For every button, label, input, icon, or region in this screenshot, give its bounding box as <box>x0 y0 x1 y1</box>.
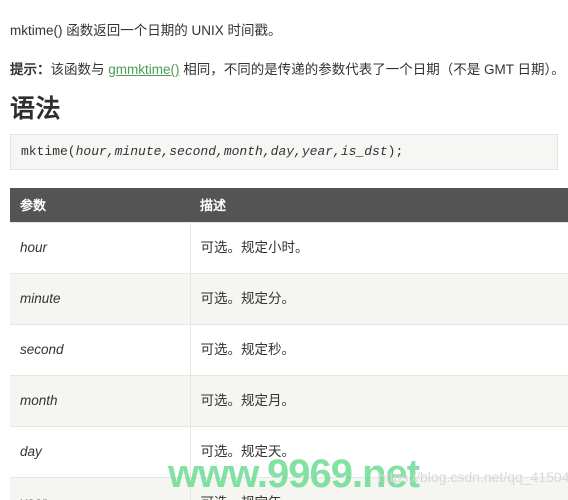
tip-text-before-link: 该函数与 <box>50 62 109 77</box>
page-root: mktime() 函数返回一个日期的 UNIX 时间戳。 提示：该函数与 gmm… <box>0 0 568 500</box>
parameter-table: 参数 描述 hour 可选。规定小时。 minute 可选。规定分。 secon… <box>10 187 568 500</box>
gmmktime-link[interactable]: gmmktime() <box>108 62 179 77</box>
tip-paragraph: 提示：该函数与 gmmktime() 相同，不同的是传递的参数代表了一个日期（不… <box>10 57 565 83</box>
table-head: 参数 描述 <box>10 187 568 222</box>
syntax-code-block: mktime(hour,minute,second,month,day,year… <box>10 133 558 170</box>
param-name-cell: second <box>10 323 191 375</box>
param-name-cell: month <box>10 374 191 426</box>
param-desc-cell: 可选。规定天。 <box>190 425 568 477</box>
table-row: minute 可选。规定分。 <box>10 272 568 324</box>
table-row: month 可选。规定月。 <box>10 374 568 426</box>
table-row: day 可选。规定天。 <box>10 425 568 477</box>
summary-paragraph: mktime() 函数返回一个日期的 UNIX 时间戳。 <box>10 18 558 44</box>
table-row: year 可选。规定年。 <box>10 476 568 500</box>
table-row: second 可选。规定秒。 <box>10 323 568 375</box>
param-desc-cell: 可选。规定分。 <box>190 272 568 324</box>
param-desc-cell: 可选。规定小时。 <box>190 221 568 273</box>
param-name-cell: year <box>10 476 191 500</box>
tip-label: 提示： <box>10 62 51 77</box>
table-body: hour 可选。规定小时。 minute 可选。规定分。 second 可选。规… <box>10 221 568 500</box>
tip-text-after-link: 相同，不同的是传递的参数代表了一个日期（不是 GMT 日期）。 <box>179 62 565 77</box>
parameter-table-container: 参数 描述 hour 可选。规定小时。 minute 可选。规定分。 secon… <box>10 187 568 500</box>
param-name-cell: minute <box>10 272 191 324</box>
param-name-cell: day <box>10 425 191 477</box>
code-suffix: ); <box>387 143 404 159</box>
syntax-heading: 语法 <box>10 94 62 123</box>
table-header-row: 参数 描述 <box>10 187 568 222</box>
param-name-cell: hour <box>10 221 191 273</box>
param-desc-cell: 可选。规定月。 <box>190 374 568 426</box>
param-desc-cell: 可选。规定秒。 <box>190 323 568 375</box>
intro-section: mktime() 函数返回一个日期的 UNIX 时间戳。 提示：该函数与 gmm… <box>0 0 568 83</box>
param-desc-cell: 可选。规定年。 <box>190 476 568 500</box>
summary-text: mktime() 函数返回一个日期的 UNIX 时间戳。 <box>10 22 282 38</box>
code-arguments: hour,minute,second,month,day,year,is_dst <box>75 143 388 159</box>
column-header-description: 描述 <box>190 187 568 222</box>
table-row: hour 可选。规定小时。 <box>10 221 568 273</box>
column-header-parameter: 参数 <box>10 187 190 222</box>
code-function-prefix: mktime( <box>21 143 76 159</box>
